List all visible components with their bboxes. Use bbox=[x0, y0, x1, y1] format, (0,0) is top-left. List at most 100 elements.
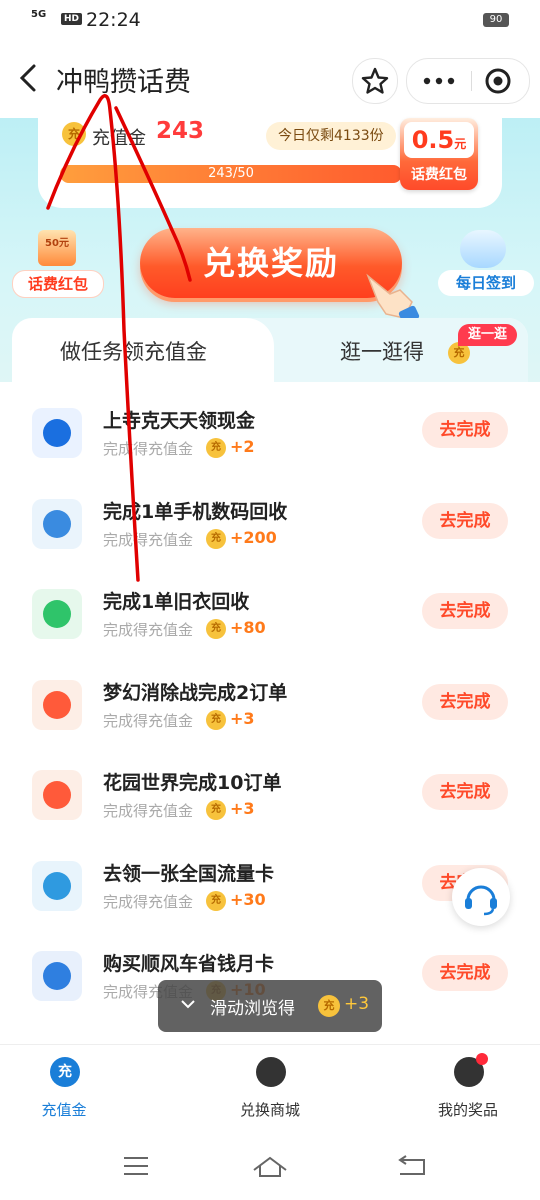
right-badge-caption: 每日签到 bbox=[438, 270, 534, 296]
capsule-divider bbox=[471, 71, 472, 91]
task-name: 花园世界完成10订单 bbox=[103, 772, 282, 794]
system-back-button[interactable] bbox=[392, 1154, 432, 1178]
hamburger-icon bbox=[124, 1157, 148, 1175]
page-title: 冲鸭攒话费 bbox=[56, 67, 191, 98]
nav-exchange-mall-label: 兑换商城 bbox=[239, 1101, 300, 1119]
task-row: 梦幻消除战完成2订单 完成得充值金充 +3 去完成 bbox=[12, 666, 528, 756]
task-go-button[interactable]: 去完成 bbox=[422, 683, 508, 720]
redpack-reward[interactable]: 0.5元 话费红包 bbox=[400, 118, 478, 190]
nav-my-prizes-label: 我的奖品 bbox=[437, 1101, 498, 1119]
chevron-left-icon bbox=[19, 64, 36, 92]
system-nav-bar bbox=[0, 1128, 540, 1200]
recharge-icon: 充 bbox=[50, 1057, 80, 1087]
nav-recharge[interactable]: 充 充值金 bbox=[0, 1045, 134, 1129]
favorite-button[interactable] bbox=[352, 58, 398, 104]
phone-bill-redpack-badge[interactable]: 50元 话费红包 bbox=[12, 230, 104, 302]
return-icon bbox=[398, 1155, 425, 1175]
tab-do-tasks[interactable]: 做任务领充值金 bbox=[12, 318, 274, 382]
signal-indicator: 5G bbox=[31, 9, 47, 20]
task-icon bbox=[32, 408, 82, 458]
task-row: 花园世界完成10订单完成得充值金充 +3 去完成 bbox=[12, 756, 528, 846]
star-icon bbox=[361, 67, 389, 94]
task-row: 完成1单旧衣回收 完成得充值金充 +80 去完成 bbox=[12, 575, 528, 665]
redpack-caption: 话费红包 bbox=[411, 167, 467, 183]
task-points: +3 bbox=[230, 708, 255, 728]
task-name: 上寺克天天领现金 bbox=[103, 410, 256, 432]
back-button[interactable] bbox=[14, 60, 44, 96]
mall-icon bbox=[256, 1057, 286, 1087]
task-go-button[interactable]: 去完成 bbox=[422, 774, 508, 810]
task-icon bbox=[32, 679, 82, 730]
task-row: 上寺克天天领现金 完成得充值金充 +2 去完成 bbox=[12, 394, 528, 484]
task-points: +2 bbox=[230, 437, 255, 456]
balance-value: 243 bbox=[156, 118, 205, 144]
toast-points: +3 bbox=[344, 994, 370, 1014]
task-icon bbox=[32, 770, 82, 820]
task-points: +200 bbox=[230, 527, 277, 547]
chevron-down-icon bbox=[181, 1000, 195, 1009]
task-icon bbox=[32, 860, 82, 911]
envelope-icon: 50元 bbox=[38, 230, 76, 266]
customer-service-button[interactable] bbox=[452, 868, 510, 926]
battery-indicator: 90 bbox=[483, 13, 509, 27]
miniapp-capsule bbox=[406, 58, 530, 104]
coin-icon: 充 bbox=[206, 709, 226, 730]
pointing-hand-icon bbox=[366, 273, 420, 324]
bottom-nav: 充 充值金 兑换商城 我的奖品 bbox=[0, 1044, 540, 1129]
menu-button[interactable] bbox=[116, 1154, 156, 1178]
home-button[interactable] bbox=[250, 1154, 290, 1178]
task-icon-glyph bbox=[43, 962, 71, 990]
browse-badge: 逛一逛 bbox=[458, 324, 518, 346]
task-subtitle: 完成得充值金 bbox=[103, 892, 194, 911]
task-points: +3 bbox=[230, 799, 255, 818]
redpack-amount-value: 0.5 bbox=[411, 126, 455, 154]
coin-icon: 充 bbox=[62, 122, 86, 146]
nav-exchange-mall[interactable]: 兑换商城 bbox=[200, 1045, 340, 1129]
task-name: 购买顺风车省钱月卡 bbox=[103, 953, 275, 975]
redpack-unit: 元 bbox=[454, 137, 467, 151]
task-go-button[interactable]: 去完成 bbox=[422, 412, 508, 448]
more-button[interactable] bbox=[407, 59, 471, 103]
status-bar: 5G HD 22:24 90 bbox=[0, 0, 540, 40]
tab-browse-label: 逛一逛得 bbox=[340, 340, 424, 364]
task-subtitle: 完成得充值金 bbox=[103, 802, 194, 820]
task-icon-glyph bbox=[43, 871, 71, 900]
browse-toast[interactable]: 滑动浏览得 充 +3 bbox=[158, 980, 382, 1032]
calendar-icon bbox=[460, 230, 506, 268]
balance-card: 充 充值金 243 今日仅剩4133份 243/50 0.5元 话费红包 bbox=[38, 118, 502, 208]
clock: 22:24 bbox=[86, 9, 141, 31]
tab-browse[interactable]: 逛一逛得 充 逛一逛 bbox=[274, 318, 528, 382]
coin-icon: 充 bbox=[206, 800, 226, 820]
task-icon-glyph bbox=[43, 781, 71, 809]
nav-my-prizes[interactable]: 我的奖品 bbox=[398, 1045, 538, 1129]
task-go-button[interactable]: 去完成 bbox=[422, 593, 508, 629]
home-icon bbox=[253, 1156, 287, 1177]
tab-bar: 做任务领充值金 逛一逛得 充 逛一逛 bbox=[12, 318, 528, 382]
task-row: 去领一张全国流量卡完成得充值金充+30去完成 bbox=[12, 847, 528, 937]
more-dots-icon bbox=[423, 77, 455, 85]
coin-icon: 充 bbox=[206, 438, 226, 458]
task-go-button[interactable]: 去完成 bbox=[422, 502, 508, 539]
notification-dot bbox=[476, 1053, 488, 1065]
task-icon-glyph bbox=[43, 600, 71, 628]
task-subtitle: 完成得充值金 bbox=[103, 530, 194, 549]
task-row: 完成1单手机数码回收 完成得充值金充 +200 去完成 bbox=[12, 485, 528, 575]
coin-icon: 充 bbox=[206, 619, 226, 639]
title-bar: 冲鸭攒话费 bbox=[0, 40, 540, 118]
daily-checkin-badge[interactable]: 每日签到 bbox=[438, 230, 534, 302]
task-name: 完成1单旧衣回收 bbox=[103, 591, 250, 613]
coin-icon: 充 bbox=[206, 890, 226, 911]
task-icon bbox=[32, 498, 82, 549]
task-points: +80 bbox=[230, 618, 266, 637]
remaining-stock: 今日仅剩4133份 bbox=[266, 122, 396, 150]
task-icon bbox=[32, 589, 82, 639]
left-badge-caption: 话费红包 bbox=[12, 270, 104, 298]
task-go-button[interactable]: 去完成 bbox=[422, 955, 508, 991]
task-subtitle: 完成得充值金 bbox=[103, 711, 194, 730]
target-close-icon bbox=[485, 68, 511, 94]
task-name: 完成1单手机数码回收 bbox=[103, 500, 288, 523]
task-icon-glyph bbox=[43, 690, 71, 719]
close-miniapp-button[interactable] bbox=[473, 59, 529, 103]
hd-indicator: HD bbox=[61, 13, 83, 25]
tab-do-tasks-label: 做任务领充值金 bbox=[60, 340, 207, 364]
